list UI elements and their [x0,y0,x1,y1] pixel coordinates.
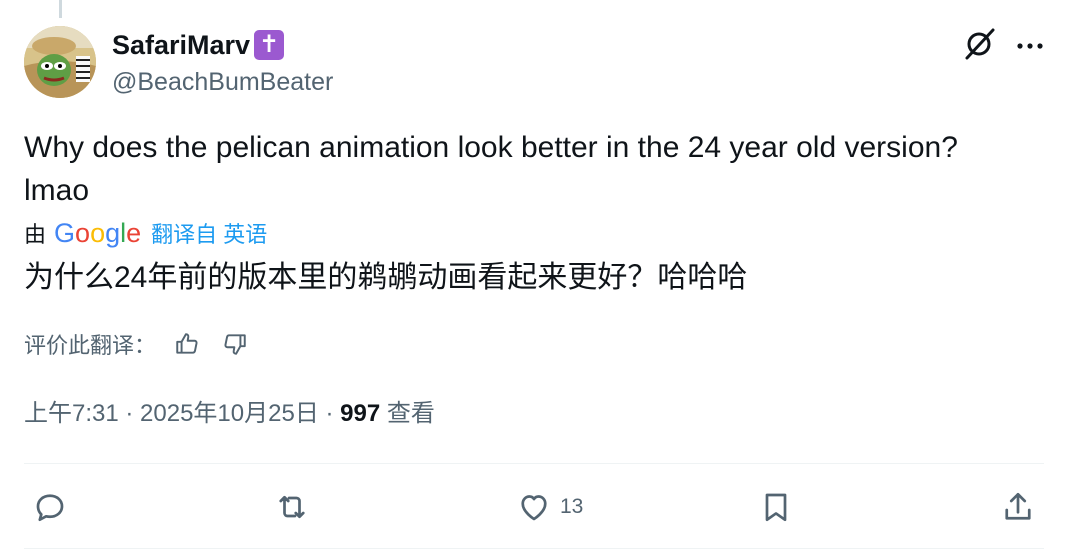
share-button[interactable] [1000,484,1036,530]
grok-icon[interactable] [962,26,998,62]
tweet-text: Why does the pelican animation look bett… [24,126,1044,212]
like-count: 13 [560,495,584,518]
translated-from-link[interactable]: 翻译自 英语 [151,217,267,249]
translated-by-prefix: 由 [24,222,47,247]
translated-by-row: 由 Google 翻译自 英语 [24,216,267,250]
retweet-icon [279,495,305,519]
bookmark-icon [765,493,787,522]
reply-icon [36,494,64,522]
author-display-name[interactable]: SafariMarv [112,28,250,62]
cross-badge-icon: ✝ [254,30,285,60]
thumbs-up-button[interactable] [170,327,204,361]
like-button[interactable]: 13 [516,484,583,530]
tweet-timestamp[interactable]: 上午7:31 · 2025年10月25日 · [24,400,340,427]
thumbs-down-button[interactable] [218,327,252,361]
retweet-button[interactable] [274,484,318,530]
translated-text: 为什么24年前的版本里的鹈鹕动画看起来更好？哈哈哈 [24,261,748,294]
reply-button[interactable] [32,484,76,530]
share-icon [1005,492,1031,520]
author-handle[interactable]: @BeachBumBeater [112,66,333,98]
thumbs-up-icon [176,333,198,354]
divider-top [24,463,1044,464]
rate-translation-row: 评价此翻译： [24,326,252,362]
more-options-icon[interactable] [1014,30,1046,62]
tweet-text-line-1: Why does the pelican animation look bett… [24,131,958,164]
thumbs-down-icon [224,334,246,355]
avatar-image [24,26,96,98]
tweet-text-line-2: lmao [24,174,90,207]
google-logo: Google [54,218,142,248]
rate-translation-label: 评价此翻译： [24,333,157,358]
bookmark-button[interactable] [758,484,794,530]
divider-bottom [24,548,1044,549]
views-count: 997 [340,400,381,427]
avatar[interactable] [24,26,96,98]
thread-connector-line [59,0,62,18]
heart-icon [521,495,547,521]
views-label: 查看 [380,400,435,427]
author-display-name-row[interactable]: SafariMarv ✝ [112,28,285,62]
tweet-meta-row: 上午7:31 · 2025年10月25日 · 997 查看 [24,396,435,432]
